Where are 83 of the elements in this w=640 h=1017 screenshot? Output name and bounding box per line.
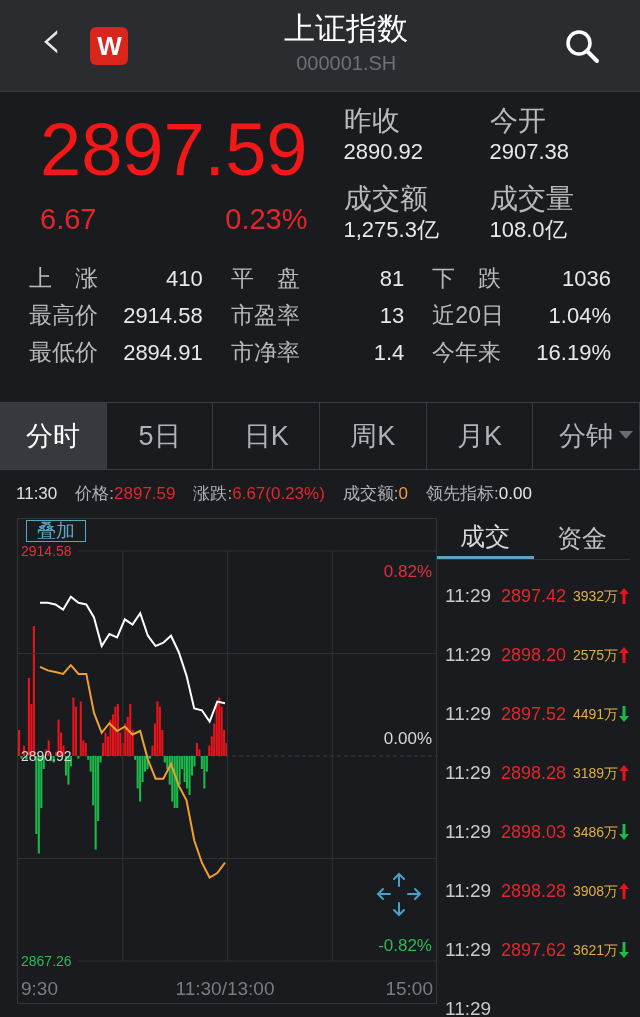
stat-value: 1.04% xyxy=(548,302,611,330)
stat-value: 1,275.3亿 xyxy=(343,216,440,244)
stat-label: 近20日 xyxy=(432,301,504,329)
info-label: 价格: xyxy=(75,483,114,506)
trade-price: 2898.28 xyxy=(501,761,568,785)
axis-label: 11:30/13:00 xyxy=(175,978,275,999)
info-value: 6.67(0.23%) xyxy=(232,483,325,506)
trade-volume: 3908万 xyxy=(573,881,619,901)
stat-value: 2914.58 xyxy=(123,302,203,330)
change-value: 6.67 xyxy=(40,202,97,236)
trade-price: 2897.42 xyxy=(501,584,568,608)
stat-label: 成交额 xyxy=(343,182,429,216)
axis-label: -0.82% xyxy=(378,936,432,955)
stat-value: 2890.92 xyxy=(343,138,425,166)
window-title: 上证指数 xyxy=(284,9,409,48)
trade-volume: 3621万 xyxy=(573,940,619,960)
stat-value: 13 xyxy=(379,302,405,330)
trade-volume: 3486万 xyxy=(573,822,619,842)
trade-volume: 4491万 xyxy=(573,704,619,724)
move-arrows-icon[interactable] xyxy=(376,872,422,917)
trade-volume: 2575万 xyxy=(573,645,619,665)
stat-value: 2894.91 xyxy=(123,339,203,367)
stat-label: 今开 xyxy=(489,104,547,138)
stat-label: 上 涨 xyxy=(29,264,98,292)
stat-label: 最高价 xyxy=(29,301,98,329)
chart-tab[interactable]: 5日 xyxy=(106,403,214,469)
axis-label: 9:30 xyxy=(21,978,58,999)
last-price: 2897.59 xyxy=(40,110,308,190)
axis-label: 2914.58 xyxy=(21,543,72,559)
info-value: 0.00 xyxy=(498,483,532,506)
trade-volume: 3932万 xyxy=(573,586,619,606)
chart-tab[interactable]: 分钟 xyxy=(533,403,640,469)
trade-time: 11:29 xyxy=(445,878,493,903)
axis-label: 0.82% xyxy=(383,562,432,581)
stat-value: 410 xyxy=(165,265,203,293)
stat-label: 成交量 xyxy=(489,182,575,216)
stat-value: 81 xyxy=(379,265,405,293)
stat-value: 1036 xyxy=(562,265,611,293)
stat-label: 平 盘 xyxy=(230,264,300,292)
trade-price: 2898.20 xyxy=(501,643,568,667)
trade-time: 11:29 xyxy=(445,996,493,1017)
trade-price: 2897.52 xyxy=(501,702,568,726)
info-label: 涨跌: xyxy=(193,483,233,506)
stat-value: 2907.38 xyxy=(489,138,571,166)
stat-label: 下 跌 xyxy=(432,264,502,292)
change-percent: 0.23% xyxy=(225,202,308,236)
trade-price: 2897.62 xyxy=(501,938,568,962)
stat-value: 1.4 xyxy=(373,339,405,367)
stat-label: 市盈率 xyxy=(230,301,300,329)
back-button[interactable]: ‹ xyxy=(40,10,63,67)
axis-label: 2867.26 xyxy=(21,953,72,969)
stat-label: 今年来 xyxy=(432,338,502,366)
axis-label: 15:00 xyxy=(385,978,433,999)
overlay-button[interactable]: 叠加 xyxy=(26,520,86,542)
chart-tab[interactable]: 日K xyxy=(213,403,320,469)
stat-value: 16.19% xyxy=(536,339,611,367)
axis-label: 0.00% xyxy=(383,729,432,748)
trade-time: 11:29 xyxy=(445,937,493,962)
stock-code: 000001.SH xyxy=(296,50,397,76)
trade-tab[interactable]: 成交 xyxy=(437,518,534,559)
chart-tab[interactable]: 月K xyxy=(426,403,534,469)
info-value: 2897.59 xyxy=(114,483,176,506)
chart-tab[interactable]: 周K xyxy=(320,403,427,469)
trade-time: 11:29 xyxy=(445,760,493,785)
info-label: 领先指标: xyxy=(426,483,499,506)
trade-time: 11:29 xyxy=(445,642,493,667)
app-logo[interactable]: W xyxy=(90,26,129,65)
stat-label: 昨收 xyxy=(343,104,401,138)
trade-tab[interactable]: 资金 xyxy=(533,518,630,559)
trade-time: 11:29 xyxy=(445,583,493,608)
stat-label: 市净率 xyxy=(230,338,300,366)
chart-tab[interactable]: 分时 xyxy=(0,403,107,469)
trade-price: 2898.03 xyxy=(501,820,568,844)
stat-label: 最低价 xyxy=(29,338,98,366)
search-icon[interactable] xyxy=(564,27,600,64)
trade-price: 2898.28 xyxy=(501,879,568,903)
info-label: 成交额: xyxy=(342,483,399,506)
time-label: 11:30 xyxy=(16,483,58,506)
info-value: 0 xyxy=(398,483,409,506)
trade-volume: 3189万 xyxy=(573,763,619,783)
trade-time: 11:29 xyxy=(445,819,493,844)
stat-value: 108.0亿 xyxy=(489,216,568,244)
trade-time: 11:29 xyxy=(445,701,493,726)
